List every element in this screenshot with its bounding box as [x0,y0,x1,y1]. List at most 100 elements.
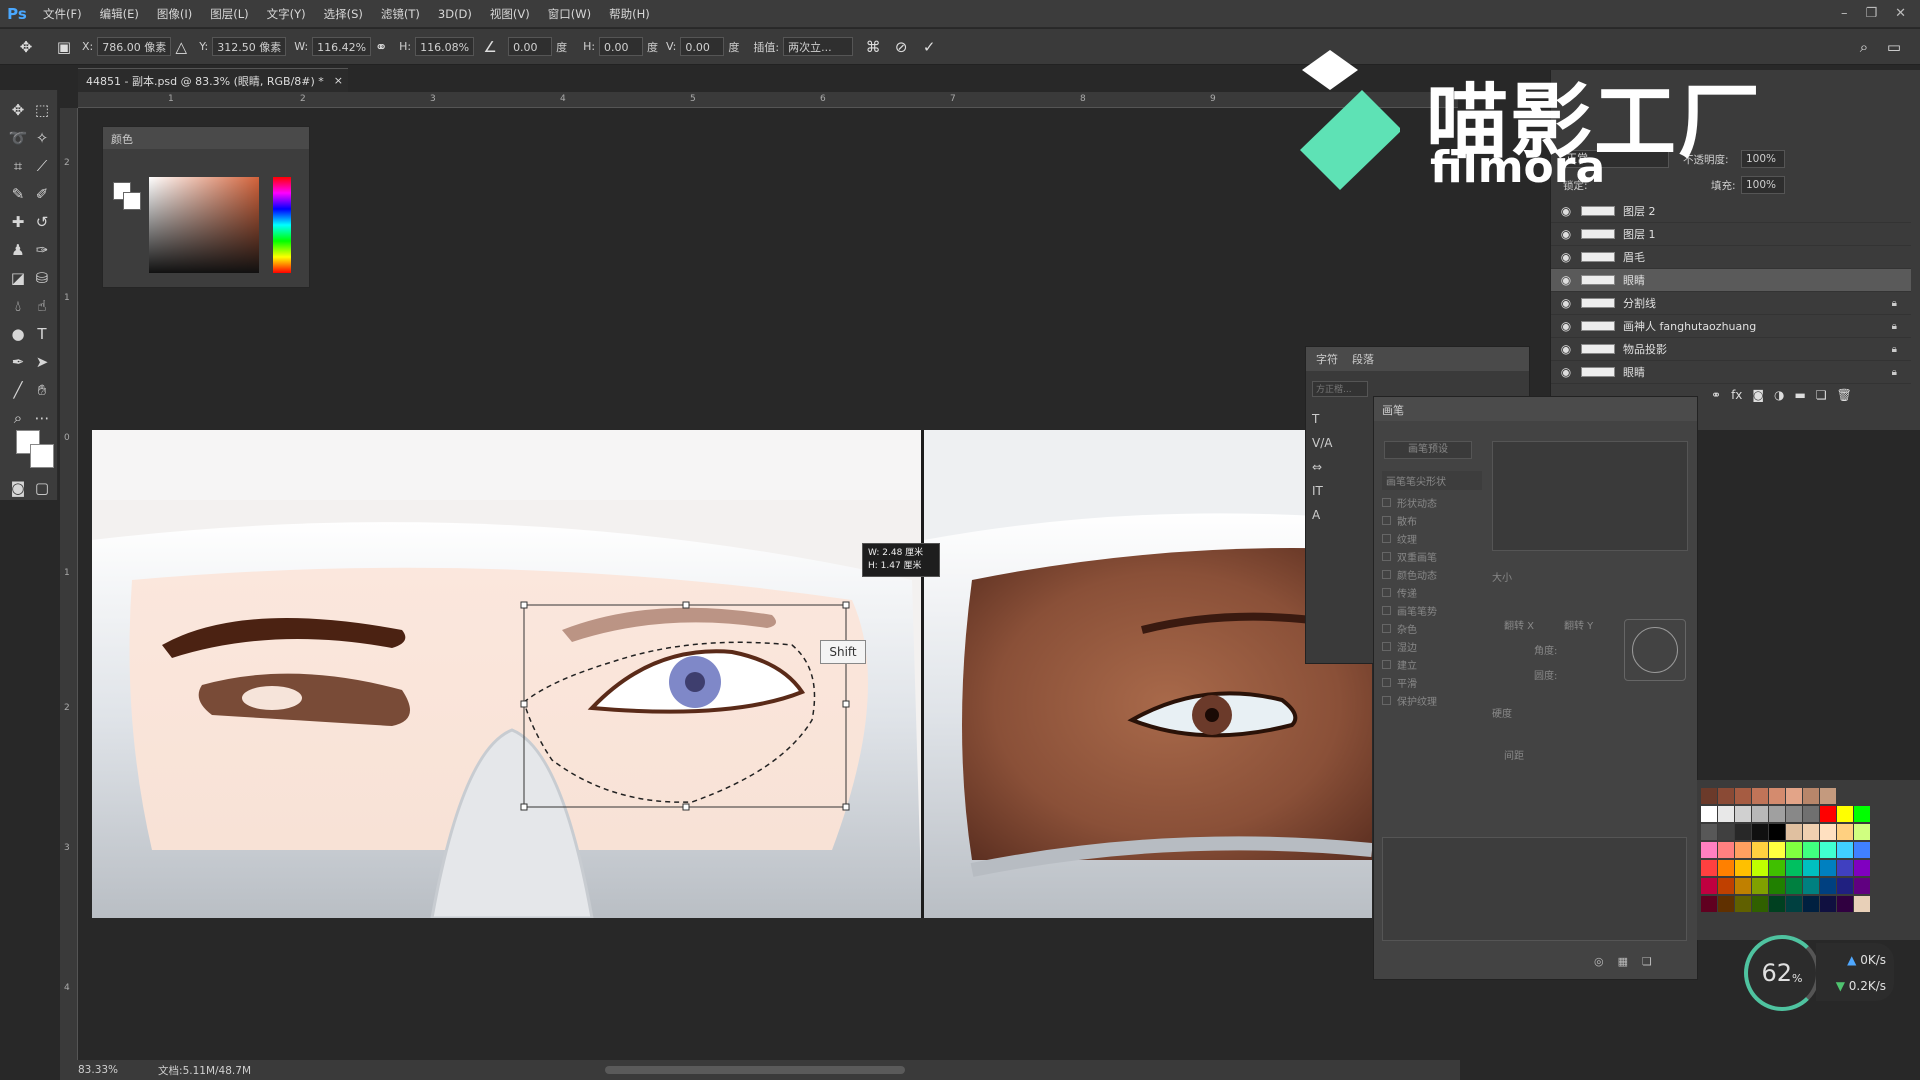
flip-x-label[interactable]: 翻转 X [1504,617,1534,632]
color-swatch[interactable] [1701,860,1717,876]
pen-tool-icon[interactable]: ✒ [6,350,30,374]
menu-file[interactable]: 文件(F) [34,6,91,22]
color-swatch[interactable] [1701,842,1717,858]
menu-image[interactable]: 图像(I) [148,6,201,22]
color-swatch[interactable] [1752,824,1768,840]
checkbox[interactable] [1382,641,1391,651]
color-swatch[interactable] [1752,878,1768,894]
brush-option-item[interactable]: 双重画笔 [1382,547,1492,565]
lock-icon[interactable]: 🔒︎ [1892,298,1897,309]
color-swatch[interactable] [1701,824,1717,840]
color-swatch[interactable] [1718,896,1734,912]
height-field[interactable]: 116.08% [415,37,475,56]
color-swatch[interactable] [1837,860,1853,876]
font-size-icon[interactable]: T [1312,407,1332,431]
mixer-brush-icon[interactable]: ✑ [30,238,54,262]
checkbox[interactable] [1382,623,1391,633]
baseline-icon[interactable]: A [1312,503,1332,527]
color-swatch[interactable] [1735,896,1751,912]
vskew-field[interactable]: 0.00 [680,37,725,56]
lock-icon[interactable]: 🔒︎ [1892,321,1897,332]
checkbox[interactable] [1382,605,1391,615]
visibility-eye-icon[interactable]: ◉ [1551,273,1581,287]
healing-tool-icon[interactable]: ✚ [6,210,30,234]
color-swatch[interactable] [1820,824,1836,840]
color-swatch[interactable] [1769,788,1785,804]
blur-tool-icon[interactable]: 💧︎ [6,294,30,318]
menu-edit[interactable]: 编辑(E) [91,6,148,22]
color-swatch[interactable] [1854,896,1870,912]
color-swatch[interactable] [1786,860,1802,876]
visibility-eye-icon[interactable]: ◉ [1551,296,1581,310]
magic-wand-tool-icon[interactable]: ✧ [30,126,54,150]
paint-bucket-icon[interactable]: ⛁ [30,266,54,290]
background-color-swatch[interactable] [30,444,54,468]
color-swatch[interactable] [1820,806,1836,822]
layer-row[interactable]: ◉ 画神人 fanghutaozhuang 🔒︎ [1551,315,1911,338]
color-swatch[interactable] [1803,824,1819,840]
menu-select[interactable]: 选择(S) [315,6,372,22]
brush-option-item[interactable]: 湿边 [1382,637,1492,655]
brush-option-item[interactable]: 建立 [1382,655,1492,673]
eyedropper-tool-icon[interactable]: ⟋ [30,154,54,178]
brush-option-item[interactable]: 颜色动态 [1382,565,1492,583]
restore-button[interactable]: ❐ [1865,6,1877,21]
link-ratio-icon[interactable]: ⚭ [371,37,391,57]
color-swatch[interactable] [1718,806,1734,822]
delta-icon[interactable]: △ [171,37,191,57]
brush-option-item[interactable]: 散布 [1382,511,1492,529]
link-icon[interactable]: ⚭ [1711,388,1721,402]
color-swatch[interactable] [1752,806,1768,822]
menu-view[interactable]: 视图(V) [481,6,539,22]
horizontal-scrollbar[interactable] [605,1066,905,1074]
color-swatch[interactable] [1854,878,1870,894]
screen-mode-icon[interactable]: ▢ [30,476,54,500]
color-swatch[interactable] [1786,878,1802,894]
hskew-field[interactable]: 0.00 [599,37,644,56]
tab-character[interactable]: 字符 [1316,351,1338,367]
color-field[interactable] [149,177,259,273]
color-swatch[interactable] [1786,824,1802,840]
color-swatch[interactable] [1786,896,1802,912]
color-swatch[interactable] [1735,788,1751,804]
checkbox[interactable] [1382,533,1391,543]
color-swatch[interactable] [1803,896,1819,912]
artboard[interactable] [92,430,1372,918]
checkbox[interactable] [1382,515,1391,525]
lasso-tool-icon[interactable]: ➰ [6,126,30,150]
visibility-eye-icon[interactable]: ◉ [1551,204,1581,218]
color-swatch[interactable] [1769,896,1785,912]
document-close-icon[interactable]: × [334,74,343,87]
type-tool-icon[interactable]: T [30,322,54,346]
color-swatch[interactable] [1786,842,1802,858]
line-tool-icon[interactable]: ╱ [6,378,30,402]
smudge-tool-icon[interactable]: ☝︎ [30,294,54,318]
move-tool-icon[interactable]: ✥ [6,98,30,122]
angle-field[interactable]: 0.00 [508,37,553,56]
color-swatch[interactable] [1769,806,1785,822]
quick-mask-icon[interactable]: ◙ [6,476,30,500]
color-swatch[interactable] [1803,842,1819,858]
color-swatch[interactable] [1820,842,1836,858]
adjustment-icon[interactable]: ◑ [1774,388,1784,402]
lock-icon[interactable]: 🔒︎ [1892,344,1897,355]
x-field[interactable]: 786.00 像素 [97,37,172,56]
commit-check-icon[interactable]: ✓ [919,37,939,57]
color-swatch[interactable] [1752,896,1768,912]
zoom-tool-icon[interactable]: ⌕ [6,406,30,430]
toggle-preview-icon[interactable]: ◎ [1594,955,1604,968]
minimize-button[interactable]: – [1841,6,1848,21]
y-field[interactable]: 312.50 像素 [212,37,287,56]
color-swatch[interactable] [1735,878,1751,894]
fx-icon[interactable]: fx [1731,388,1742,402]
mask-icon[interactable]: ◙ [1752,388,1764,402]
layer-row[interactable]: ◉ 眼睛 🔒︎ [1551,361,1911,384]
brush-tip-shape[interactable]: 画笔笔尖形状 [1382,471,1482,490]
tab-paragraph[interactable]: 段落 [1352,351,1374,367]
color-swatch[interactable] [1837,896,1853,912]
brush-option-item[interactable]: 保护纹理 [1382,691,1492,709]
color-bg-swatch[interactable] [123,192,141,210]
brush-option-item[interactable]: 平滑 [1382,673,1492,691]
color-swatch[interactable] [1803,878,1819,894]
color-swatch[interactable] [1718,788,1734,804]
